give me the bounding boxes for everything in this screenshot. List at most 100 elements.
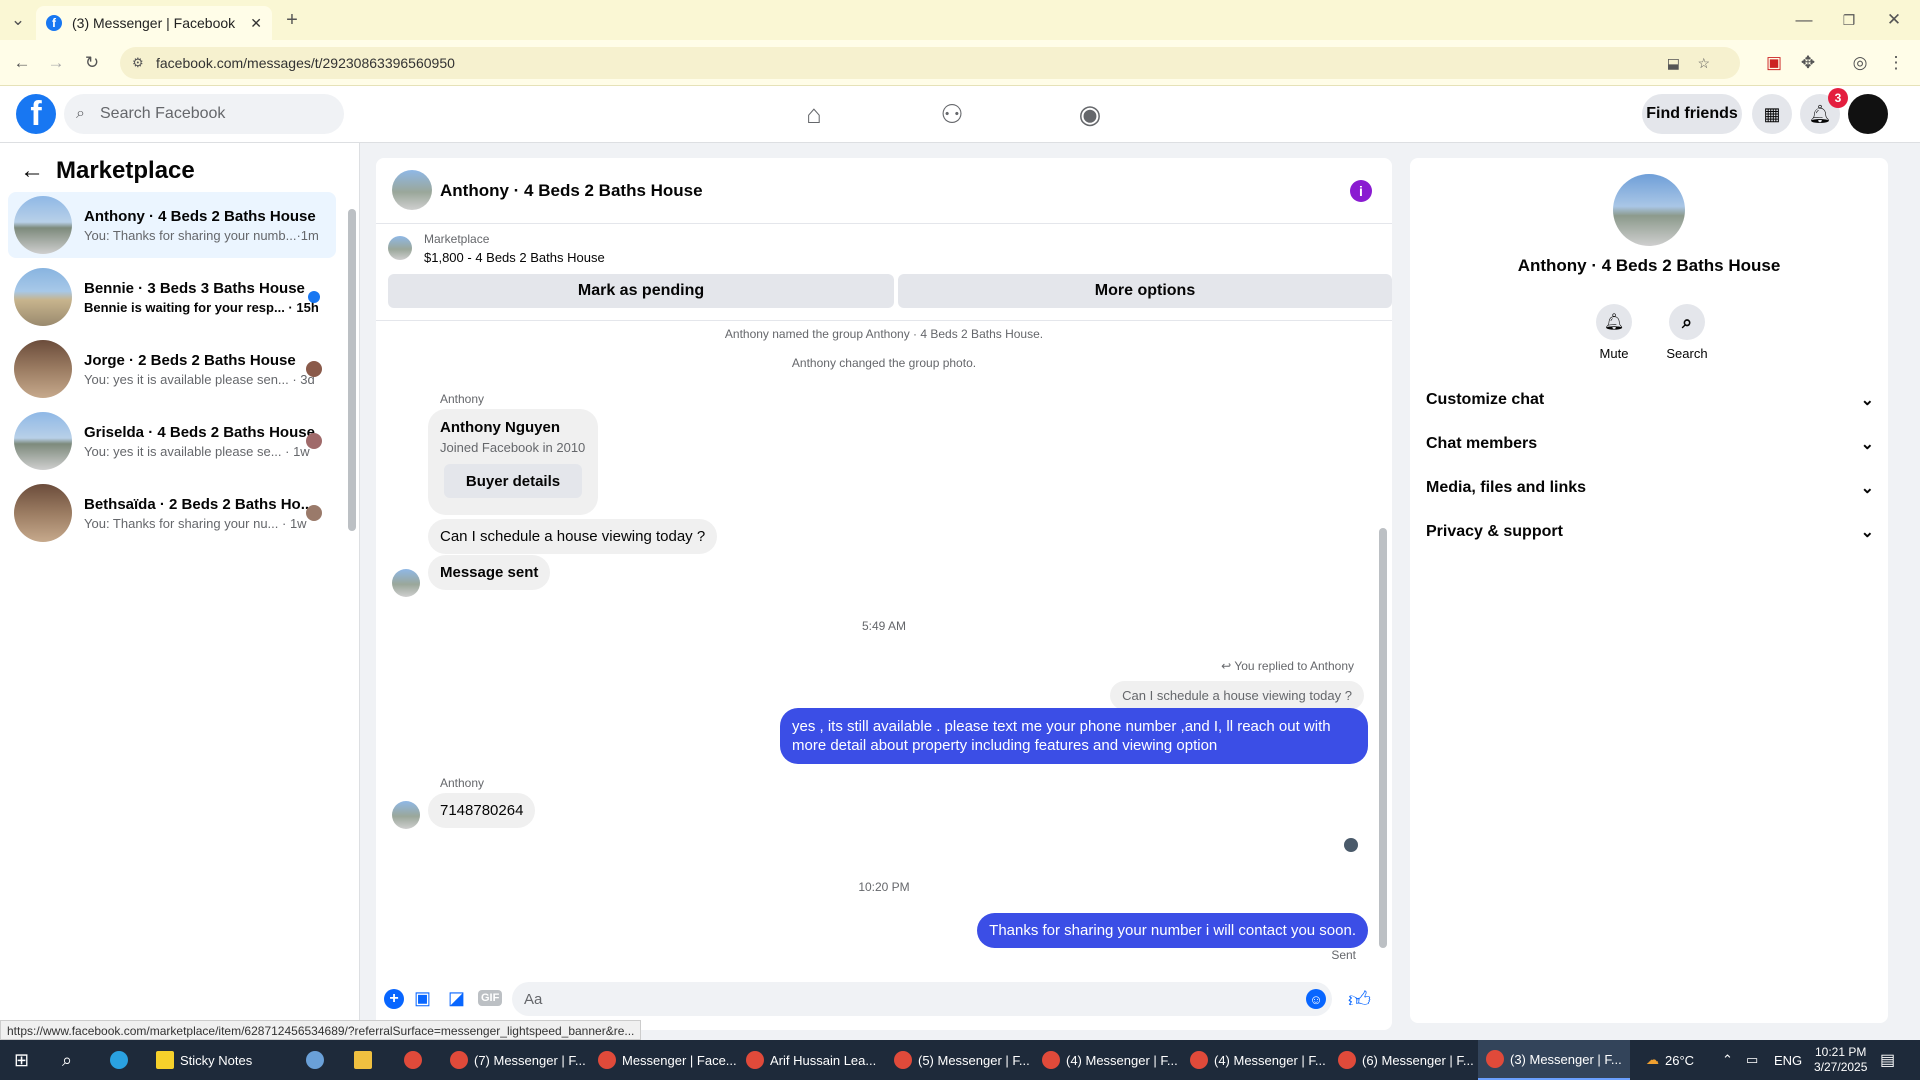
chat-members-section[interactable]: Chat members ⌄ <box>1426 426 1874 462</box>
taskbar-item[interactable]: (4) Messenger | F... <box>1190 1040 1326 1080</box>
taskbar-item-active[interactable]: (3) Messenger | F... <box>1478 1040 1630 1080</box>
site-info-icon[interactable]: ⚙ <box>132 55 144 71</box>
outgoing-message-line: yes , its still available . please text … <box>792 718 1331 735</box>
find-friends-button[interactable]: Find friends <box>1642 94 1742 134</box>
tray-chevron-icon[interactable]: ⌃ <box>1722 1040 1733 1080</box>
quoted-message[interactable]: Can I schedule a house viewing today ? <box>1110 681 1364 710</box>
reload-icon[interactable]: ↻ <box>80 51 104 75</box>
chrome-menu-icon[interactable]: ⋮ <box>1884 51 1908 75</box>
language-indicator[interactable]: ENG <box>1774 1040 1802 1080</box>
timestamp: 5:49 AM <box>861 619 907 633</box>
bookmark-star-icon[interactable]: ☆ <box>1697 55 1710 72</box>
conversation-item[interactable]: Bethsaïda · 2 Beds 2 Baths Ho... You: Th… <box>8 480 336 546</box>
taskbar-label: (5) Messenger | F... <box>918 1052 1030 1068</box>
mute-label: Mute <box>1599 346 1629 361</box>
windows-start-icon[interactable]: ⊞ <box>14 1040 29 1080</box>
extensions-icon[interactable]: ✥ <box>1796 51 1820 75</box>
taskbar-item[interactable]: Messenger | Face... <box>598 1040 737 1080</box>
group-avatar[interactable] <box>392 170 432 210</box>
listing-thumbnail <box>14 412 72 470</box>
weather-widget[interactable]: ☁ 26°C <box>1646 1040 1694 1080</box>
incoming-message[interactable]: 7148780264 <box>428 793 536 828</box>
chat-title[interactable]: Anthony · 4 Beds 2 Baths House <box>440 181 703 201</box>
photo-icon[interactable]: ▣ <box>414 988 431 1009</box>
home-icon[interactable]: ⌂ <box>796 96 832 132</box>
profile-icon[interactable]: ◎ <box>1848 51 1872 75</box>
seen-avatar <box>306 433 322 449</box>
taskbar-item[interactable]: (4) Messenger | F... <box>1042 1040 1178 1080</box>
more-options-button[interactable]: More options <box>898 274 1392 308</box>
search-label: Search <box>1666 346 1708 361</box>
file-explorer-icon[interactable] <box>354 1040 378 1080</box>
groups-icon[interactable]: ◉ <box>1072 96 1108 132</box>
search-facebook-input[interactable]: ⌕ Search Facebook <box>64 94 344 134</box>
outgoing-message[interactable]: yes , its still available . please text … <box>780 708 1368 764</box>
menu-grid-icon[interactable]: ▦ <box>1752 94 1792 134</box>
incoming-message[interactable]: Message sent <box>428 555 551 590</box>
sticker-icon[interactable]: ◪ <box>448 988 465 1009</box>
taskbar-item[interactable]: (7) Messenger | F... <box>450 1040 586 1080</box>
emoji-icon[interactable]: ☺ <box>1306 989 1326 1009</box>
incoming-message[interactable]: Can I schedule a house viewing today ? <box>428 519 718 554</box>
friends-icon[interactable]: ⚇ <box>934 96 970 132</box>
chat-scrollbar[interactable] <box>1379 528 1387 948</box>
seen-avatar <box>306 505 322 521</box>
listing-thumbnail <box>14 340 72 398</box>
conversation-item[interactable]: Griselda · 4 Beds 2 Baths House You: yes… <box>8 408 336 474</box>
account-avatar[interactable] <box>1848 94 1888 134</box>
tab-search-icon[interactable]: ⌄ <box>6 8 30 32</box>
sender-avatar[interactable] <box>392 569 420 597</box>
taskbar-item[interactable]: (5) Messenger | F... <box>894 1040 1030 1080</box>
listing-banner[interactable]: Marketplace $1,800 - 4 Beds 2 Baths Hous… <box>388 232 1378 268</box>
group-photo[interactable] <box>1613 174 1685 246</box>
taskbar-search-icon[interactable]: ⌕ <box>62 1040 72 1080</box>
taskbar-item[interactable]: Sticky Notes <box>156 1040 252 1080</box>
network-icon[interactable]: ▭ <box>1746 1040 1758 1080</box>
clock-time: 10:21 PM <box>1815 1045 1867 1059</box>
url-field[interactable]: ⚙ facebook.com/messages/t/29230863396560… <box>120 47 1740 79</box>
new-tab-icon[interactable]: + <box>280 8 304 32</box>
buyer-details-button[interactable]: Buyer details <box>444 464 582 498</box>
listing-detail: $1,800 - 4 Beds 2 Baths House <box>424 250 605 265</box>
browser-tab-active[interactable]: f (3) Messenger | Facebook ✕ <box>36 6 272 40</box>
conversation-item[interactable]: Jorge · 2 Beds 2 Baths House You: yes it… <box>8 336 336 402</box>
add-plus-icon[interactable]: + <box>384 989 404 1009</box>
message-input[interactable]: Aa ☺ <box>512 982 1332 1016</box>
conversation-name: Bethsaïda · 2 Beds 2 Baths Ho... <box>84 495 314 513</box>
forward-icon[interactable]: → <box>44 51 68 75</box>
close-tab-icon[interactable]: ✕ <box>250 15 262 32</box>
search-button[interactable]: ⌕ Search <box>1660 304 1714 361</box>
conversation-info-icon[interactable]: i <box>1350 180 1372 202</box>
list-scrollbar[interactable] <box>348 209 356 531</box>
chrome-icon[interactable] <box>404 1040 428 1080</box>
install-icon[interactable]: ⬓ <box>1667 55 1680 72</box>
edge-icon[interactable] <box>110 1040 134 1080</box>
clock[interactable]: 10:21 PM 3/27/2025 <box>1814 1040 1867 1080</box>
conversation-item[interactable]: Bennie · 3 Beds 3 Baths House Bennie is … <box>8 264 336 330</box>
conversation-preview: You: Thanks for sharing your nu... · 1w <box>84 515 307 531</box>
taskbar-item[interactable]: (6) Messenger | F... <box>1338 1040 1474 1080</box>
listing-label: Marketplace <box>424 232 490 246</box>
mark-as-pending-button[interactable]: Mark as pending <box>388 274 894 308</box>
extension-off-icon[interactable]: ▣ <box>1762 51 1786 75</box>
sticky-notes-icon <box>156 1051 174 1069</box>
back-arrow-icon[interactable]: ← <box>20 157 44 185</box>
conversation-item[interactable]: Anthony · 4 Beds 2 Baths House You: Than… <box>8 192 336 258</box>
media-files-links-section[interactable]: Media, files and links ⌄ <box>1426 470 1874 506</box>
notification-center-icon[interactable]: ▤ <box>1880 1040 1895 1080</box>
outgoing-message-line: more detail about property including fea… <box>792 737 1218 754</box>
back-icon[interactable]: ← <box>10 51 34 75</box>
mute-button[interactable]: 🔔︎ Mute <box>1592 304 1636 361</box>
minimize-icon[interactable]: — <box>1792 8 1816 32</box>
privacy-support-section[interactable]: Privacy & support ⌄ <box>1426 514 1874 550</box>
gif-icon[interactable]: GIF <box>478 990 503 1006</box>
taskbar-item[interactable]: Arif Hussain Lea... <box>746 1040 876 1080</box>
close-window-icon[interactable]: ✕ <box>1882 8 1906 32</box>
customize-chat-section[interactable]: Customize chat ⌄ <box>1426 382 1874 418</box>
app-icon[interactable] <box>306 1040 330 1080</box>
facebook-logo[interactable]: f <box>16 94 56 134</box>
restore-icon[interactable]: ❐ <box>1837 8 1861 32</box>
sender-avatar[interactable] <box>392 801 420 829</box>
like-thumbs-up-icon[interactable]: 👍︎ <box>1348 986 1371 1013</box>
outgoing-message[interactable]: Thanks for sharing your number i will co… <box>977 913 1368 948</box>
